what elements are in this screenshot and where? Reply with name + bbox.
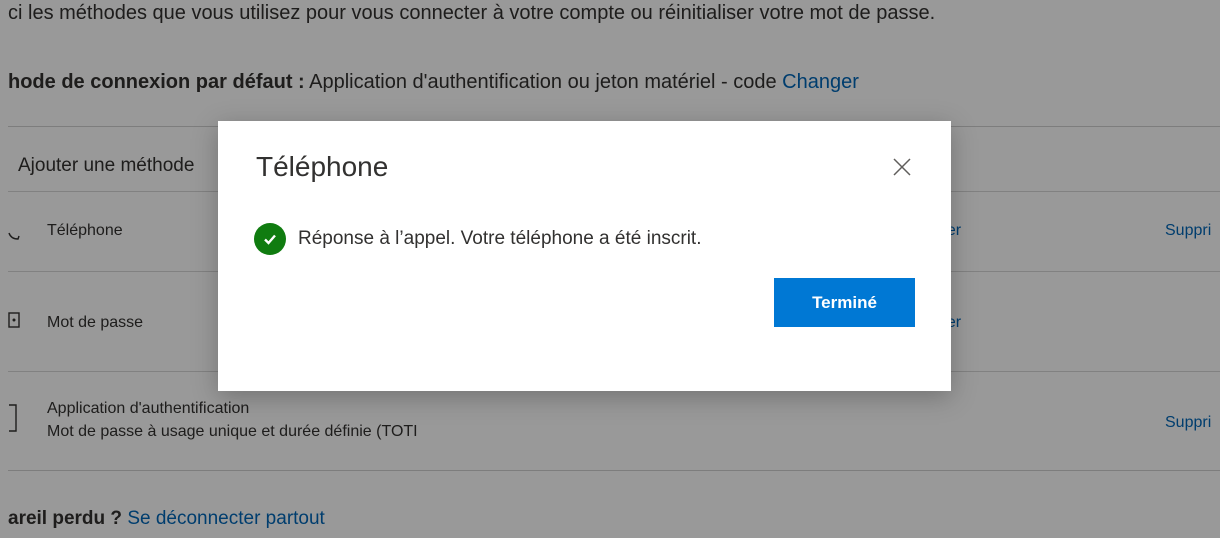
close-icon (893, 158, 911, 176)
success-check-icon (254, 223, 286, 255)
phone-dialog: Téléphone Réponse à l’appel. Votre télép… (218, 121, 951, 391)
close-button[interactable] (886, 151, 918, 183)
success-message: Réponse à l’appel. Votre téléphone a été… (298, 228, 702, 249)
dialog-title: Téléphone (256, 151, 389, 182)
done-button[interactable]: Terminé (774, 278, 915, 327)
